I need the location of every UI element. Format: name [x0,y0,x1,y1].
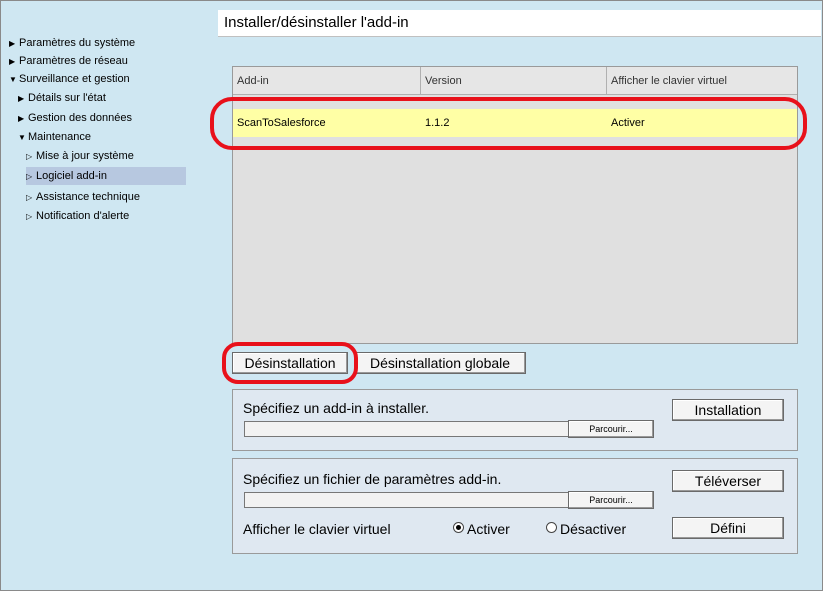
sidebar-item-addin-software[interactable]: ▷ Logiciel add-in [26,167,186,185]
upload-button[interactable]: Téléverser [672,470,784,492]
chevron-right-icon: ▷ [26,152,33,161]
chevron-right-icon: ▷ [26,212,33,221]
settings-panel: Spécifiez un fichier de paramètres add-i… [232,458,798,554]
sidebar-item-label: Paramètres de réseau [19,55,128,67]
install-browse-button[interactable]: Parcourir... [568,420,654,438]
install-label: Spécifiez un add-in à installer. [243,400,429,416]
column-header-version[interactable]: Version [421,67,607,95]
settings-label: Spécifiez un fichier de paramètres add-i… [243,471,502,487]
sidebar-item-system-settings[interactable]: ▶ Paramètres du système [9,34,135,52]
cell-version: 1.1.2 [425,117,450,129]
sidebar-item-label: Logiciel add-in [36,170,107,182]
cell-addin-name: ScanToSalesforce [237,117,326,129]
radio-unselected-icon [546,522,557,533]
keyboard-label: Afficher le clavier virtuel [243,521,391,537]
sidebar-item-label: Surveillance et gestion [19,73,130,85]
sidebar-item-data-management[interactable]: ▶ Gestion des données [18,109,132,127]
settings-browse-button[interactable]: Parcourir... [568,491,654,509]
disable-radio-label: Désactiver [560,521,627,537]
sidebar-item-label: Maintenance [28,131,91,143]
radio-selected-icon [453,522,464,533]
set-button[interactable]: Défini [672,517,784,539]
install-button[interactable]: Installation [672,399,784,421]
column-header-keyboard[interactable]: Afficher le clavier virtuel [607,67,797,95]
title-bar: Installer/désinstaller l'add-in [218,10,821,37]
sidebar-item-label: Mise à jour système [36,150,134,162]
sidebar-item-label: Détails sur l'état [28,92,106,104]
chevron-right-icon: ▷ [26,172,33,181]
disable-radio[interactable]: Désactiver [546,521,626,537]
uninstall-all-button[interactable]: Désinstallation globale [354,352,526,374]
chevron-right-icon: ▶ [9,57,16,66]
enable-radio[interactable]: Activer [453,521,510,537]
chevron-down-icon: ▼ [9,75,17,84]
addin-table: Add-in Version Afficher le clavier virtu… [232,66,798,344]
chevron-down-icon: ▼ [18,133,26,142]
chevron-right-icon: ▶ [18,94,25,103]
install-panel: Spécifiez un add-in à installer. Parcour… [232,389,798,451]
sidebar-item-alert-notification[interactable]: ▷ Notification d'alerte [26,207,129,225]
sidebar-item-system-update[interactable]: ▷ Mise à jour système [26,147,134,165]
column-header-addin[interactable]: Add-in [233,67,421,95]
sidebar-item-network-settings[interactable]: ▶ Paramètres de réseau [9,52,128,70]
uninstall-button[interactable]: Désinstallation [232,352,348,374]
sidebar-item-monitoring[interactable]: ▼ Surveillance et gestion [9,70,130,88]
sidebar-item-label: Assistance technique [36,191,140,203]
sidebar-item-status-details[interactable]: ▶ Détails sur l'état [18,89,106,107]
sidebar-item-label: Gestion des données [28,112,132,124]
sidebar-item-technical-support[interactable]: ▷ Assistance technique [26,188,140,206]
page-title: Installer/désinstaller l'add-in [224,14,409,31]
sidebar-item-label: Paramètres du système [19,37,136,49]
sidebar-item-label: Notification d'alerte [36,210,130,222]
sidebar: ▶ Paramètres du système ▶ Paramètres de ré… [1,1,202,590]
enable-radio-label: Activer [467,521,510,537]
chevron-right-icon: ▶ [18,114,25,123]
settings-file-input[interactable] [244,492,570,508]
chevron-right-icon: ▶ [9,39,16,48]
install-file-input[interactable] [244,421,570,437]
chevron-right-icon: ▷ [26,193,33,202]
cell-keyboard: Activer [611,117,645,129]
sidebar-item-maintenance[interactable]: ▼ Maintenance [18,128,91,146]
table-row[interactable]: ScanToSalesforce 1.1.2 Activer [233,109,797,137]
